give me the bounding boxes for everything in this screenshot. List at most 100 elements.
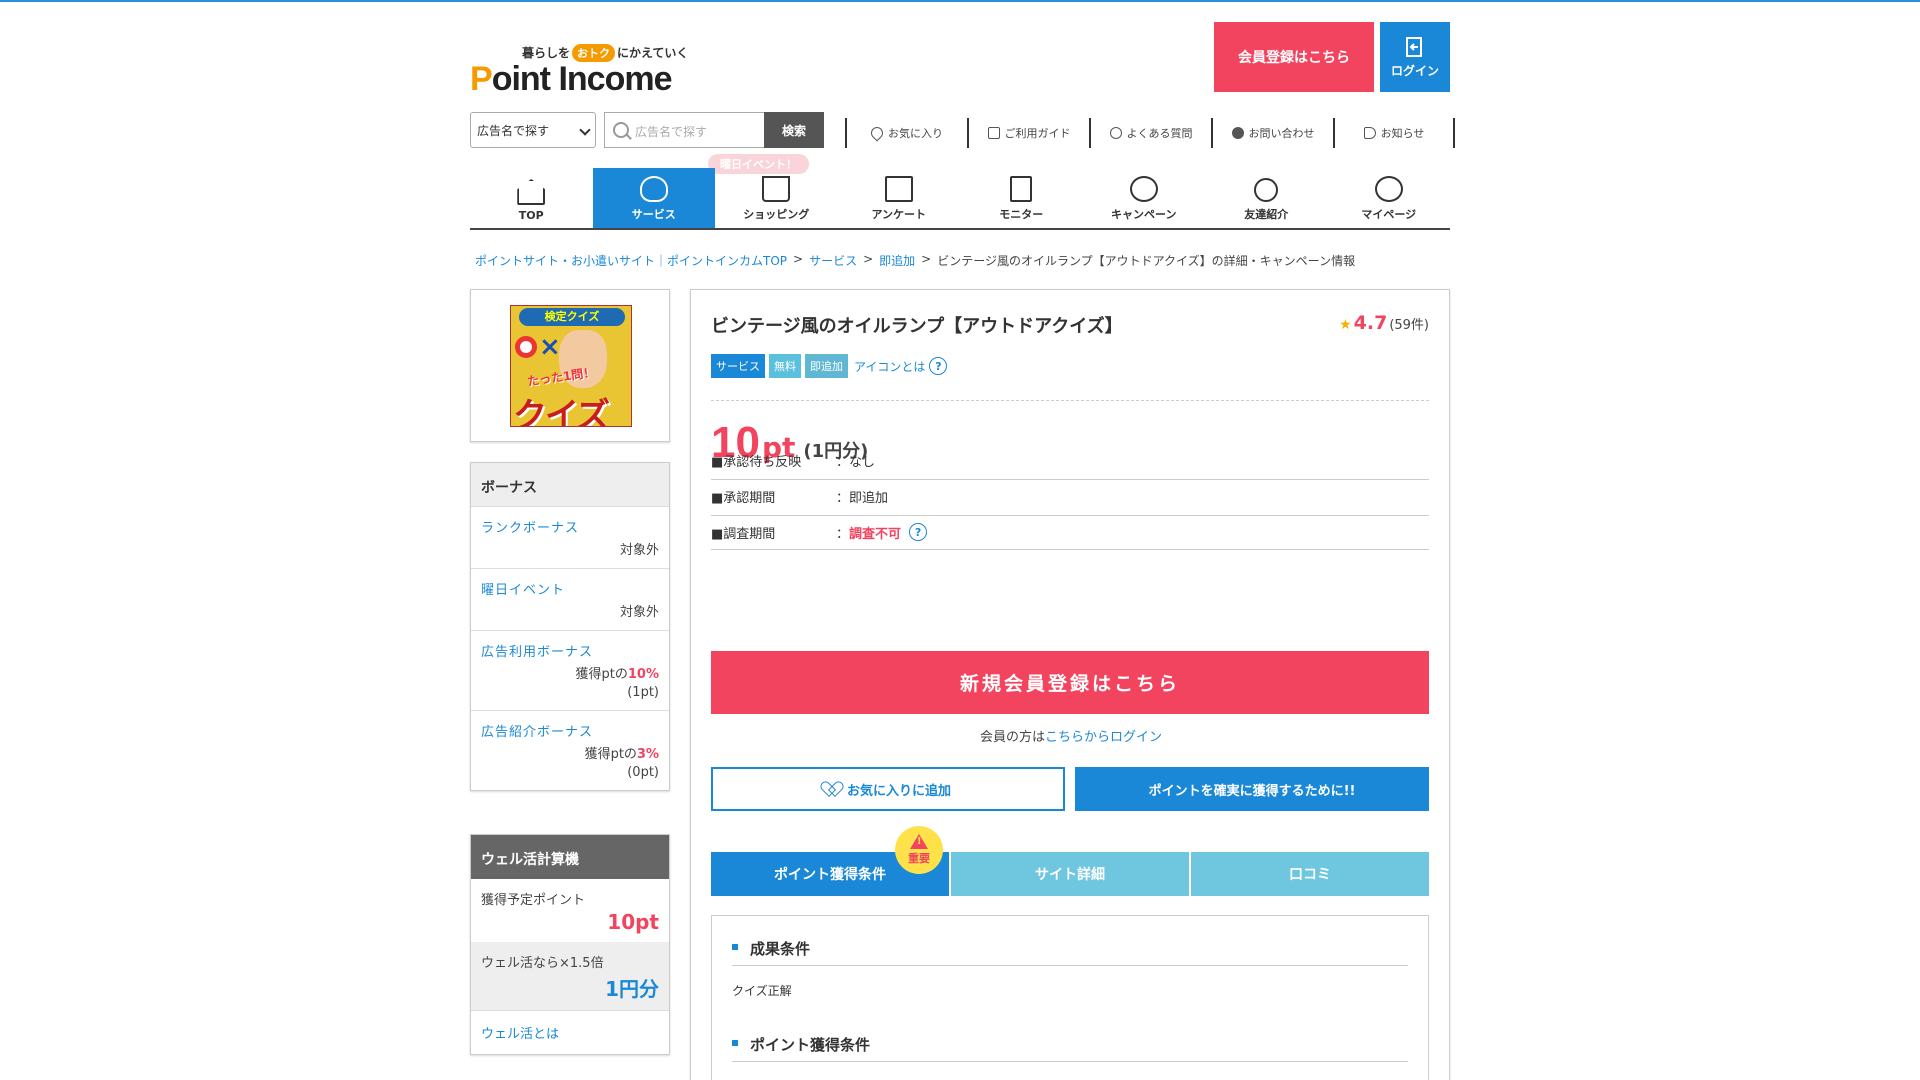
ad-tags: サービス 無料 即追加 アイコンとは? <box>711 354 948 378</box>
detail-tabs: ポイント獲得条件 サイト詳細 口コミ 重要 <box>711 826 1429 896</box>
breadcrumb-link[interactable]: ポイントサイト・お小遣いサイト｜ポイントインカムTOP <box>475 252 787 269</box>
icon-help-link[interactable]: アイコンとは? <box>854 357 948 375</box>
breadcrumb-current: ビンテージ風のオイルランプ【アウトドアクイズ】の詳細・キャンペーン情報 <box>937 254 1356 268</box>
icon-help-label: アイコンとは <box>854 359 926 374</box>
bonus-row-ad-referral: 広告紹介ボーナス 獲得ptの3% (0pt) <box>471 711 669 790</box>
breadcrumb-separator: > <box>863 252 874 266</box>
calc-label: ウェル活なら×1.5倍 <box>481 956 604 971</box>
search-type-select[interactable]: 広告名で探す <box>470 112 596 148</box>
util-link-guide[interactable]: ご利用ガイド <box>967 118 1089 148</box>
divider <box>711 400 1429 401</box>
nav-tab-service[interactable]: サービス <box>592 168 715 228</box>
info-value: ：即追加 <box>836 490 889 506</box>
nav-tab-top[interactable]: TOP <box>470 168 593 228</box>
util-link-contact[interactable]: お問い合わせ <box>1211 118 1333 148</box>
mypage-icon <box>1374 176 1403 202</box>
nav-tab-mypage[interactable]: マイページ <box>1328 168 1451 228</box>
tab-site-details[interactable]: サイト詳細 <box>951 852 1189 896</box>
bonus-prefix: 獲得ptの <box>575 667 628 682</box>
ad-detail-card: ビンテージ風のオイルランプ【アウトドアクイズ】 ★ 4.7 (59件) サービス… <box>690 289 1450 1080</box>
register-button-header[interactable]: 会員登録はこちら <box>1214 22 1374 92</box>
rating-count: (59件) <box>1389 318 1429 333</box>
bonus-label[interactable]: 広告利用ボーナス <box>481 641 659 660</box>
util-link-label: お知らせ <box>1380 127 1425 140</box>
bonus-row-weekday: 曜日イベント 対象外 <box>471 569 669 631</box>
search-input[interactable]: 広告名で探す <box>604 112 764 148</box>
nav-tab-friends[interactable]: 友達紹介 <box>1205 168 1328 228</box>
search-type-value: 広告名で探す <box>477 124 550 138</box>
important-badge-label: 重要 <box>908 852 930 865</box>
bonus-value: 獲得ptの10% (1pt) <box>481 666 659 702</box>
main-nav: TOP サービス ショッピング アンケート モニター キャンペーン 友達紹介 マ… <box>470 168 1450 230</box>
brand-initial: P <box>470 60 493 98</box>
conditions-text: クイズ正解 <box>732 984 792 998</box>
add-favorite-button[interactable]: お気に入りに追加 <box>711 767 1065 811</box>
register-button-main[interactable]: 新規会員登録はこちら <box>711 651 1429 714</box>
megaphone-icon <box>1363 127 1376 139</box>
bonus-panel-title: ボーナス <box>471 463 669 507</box>
bonus-rate: 10% <box>627 667 659 682</box>
wel-katsu-link[interactable]: ウェル活とは <box>471 1010 669 1054</box>
tag-service: サービス <box>711 354 765 378</box>
wel-katsu-calculator: ウェル活計算機 獲得予定ポイント 10pt ウェル活なら×1.5倍 1円分 ウェ… <box>470 834 670 1055</box>
bonus-label[interactable]: ランクボーナス <box>481 517 659 536</box>
util-link-label: よくある質問 <box>1126 127 1193 140</box>
nav-tab-monitor[interactable]: モニター <box>960 168 1083 228</box>
info-divider <box>711 506 1429 516</box>
ad-thumbnail-image[interactable]: 検定クイズ × たった1問！ クイズ <box>510 305 632 427</box>
tagline-text: 暮らしを <box>522 46 571 60</box>
monitor-icon <box>1010 176 1033 202</box>
calculator-title: ウェル活計算機 <box>471 835 669 879</box>
bonus-prefix: 獲得ptの <box>584 747 637 762</box>
bonus-value: 対象外 <box>619 605 659 620</box>
bonus-rate: 3% <box>636 747 659 762</box>
friends-icon <box>1254 178 1279 202</box>
breadcrumb: ポイントサイト・お小遣いサイト｜ポイントインカムTOP > サービス > 即追加… <box>475 252 1355 269</box>
breadcrumb-link[interactable]: サービス <box>809 252 857 269</box>
nav-tab-label: マイページ <box>1361 208 1417 221</box>
bonus-label[interactable]: 広告紹介ボーナス <box>481 721 659 740</box>
site-logo[interactable]: 暮らしを おトク にかえていく Point Income <box>470 38 700 98</box>
nav-tab-label: 友達紹介 <box>1244 208 1289 221</box>
add-favorite-label: お気に入りに追加 <box>846 783 951 799</box>
info-value: ：なし <box>836 454 876 470</box>
thumbnail-top-text: 検定クイズ <box>519 308 625 326</box>
cross-mark-icon: × <box>539 332 561 362</box>
home-icon <box>517 179 546 205</box>
calc-value: 1円分 <box>605 977 659 1001</box>
search-placeholder: 広告名で探す <box>635 125 708 139</box>
survey-icon <box>884 176 913 202</box>
util-link-label: お問い合わせ <box>1248 127 1315 140</box>
util-link-favorites[interactable]: お気に入り <box>845 118 967 148</box>
login-link[interactable]: こちらからログイン <box>1045 730 1162 745</box>
util-link-faq[interactable]: よくある質問 <box>1089 118 1211 148</box>
login-prefix: 会員の方は <box>979 730 1045 745</box>
tagline-text-2: にかえていく <box>617 46 689 60</box>
info-value: 調査不可 <box>849 526 902 542</box>
important-badge: 重要 <box>895 826 943 874</box>
heart-icon <box>825 782 841 796</box>
search-button[interactable]: 検索 <box>764 112 824 148</box>
rating[interactable]: ★ 4.7 (59件) <box>1339 312 1429 334</box>
util-link-label: ご利用ガイド <box>1004 127 1071 140</box>
bonus-label[interactable]: 曜日イベント <box>481 579 659 598</box>
point-tips-button[interactable]: ポイントを確実に獲得するために!! <box>1075 767 1429 811</box>
nav-tab-shopping[interactable]: ショッピング <box>715 168 838 228</box>
login-button-header[interactable]: ログイン <box>1380 22 1450 92</box>
tab-reviews[interactable]: 口コミ <box>1191 852 1429 896</box>
nav-tab-survey[interactable]: アンケート <box>838 168 961 228</box>
circle-mark-icon <box>515 336 537 358</box>
nav-tab-campaign[interactable]: キャンペーン <box>1083 168 1206 228</box>
question-icon[interactable]: ? <box>909 523 928 541</box>
search-icon <box>613 122 629 138</box>
breadcrumb-link[interactable]: 即追加 <box>879 252 915 269</box>
member-login-line: 会員の方はこちらからログイン <box>691 726 1451 745</box>
calc-label: 獲得予定ポイント <box>481 893 586 908</box>
login-label: ログイン <box>1390 63 1439 78</box>
ad-title: ビンテージ風のオイルランプ【アウトドアクイズ】 <box>711 316 1123 337</box>
medal-icon <box>1129 176 1158 202</box>
guide-icon <box>987 127 1000 139</box>
util-link-news[interactable]: お知らせ <box>1333 118 1455 148</box>
info-key: ■承認期間 <box>711 490 776 506</box>
conditions-box: 成果条件 クイズ正解 ポイント獲得条件 <box>711 915 1429 1080</box>
